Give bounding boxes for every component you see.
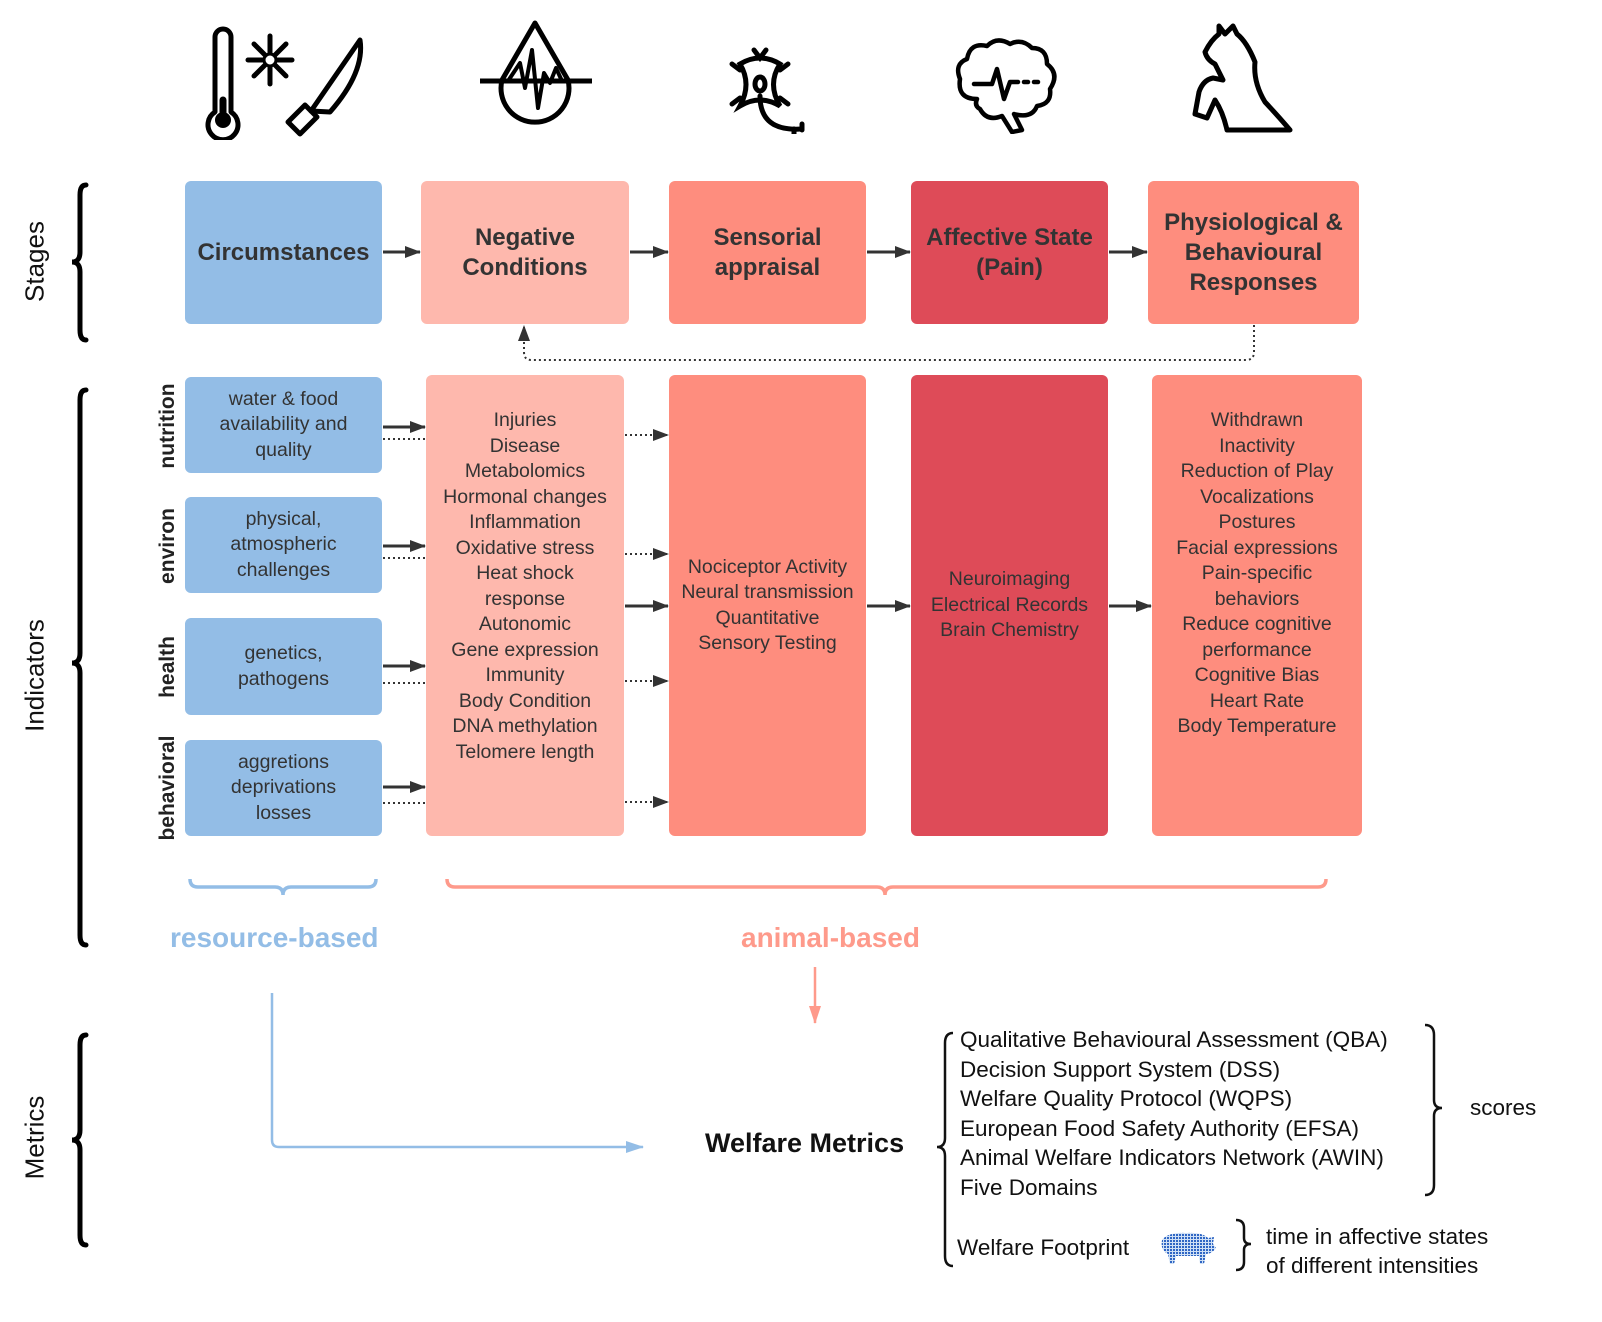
brace-stages (71, 182, 89, 343)
indicators-responses: Withdrawn Inactivity Reduction of Play V… (1152, 375, 1362, 836)
brace-scores (1424, 1023, 1443, 1197)
pig-icon (1161, 1232, 1216, 1264)
resource-arrows (383, 421, 426, 793)
stage-sensorial-appraisal: Sensorial appraisal (669, 181, 866, 324)
resource-text: genetics, pathogens (237, 642, 330, 690)
brace-footprint (1235, 1218, 1252, 1272)
stage-label: Affective State (Pain) (926, 223, 1093, 281)
neuron-icon (729, 47, 805, 134)
negative-to-sensorial-dotted (625, 429, 669, 808)
stage-label: Physiological & Behavioural Responses (1164, 208, 1343, 296)
welfare-footprint-label: Welfare Footprint (957, 1235, 1130, 1260)
score-method: European Food Safety Authority (EFSA) (960, 1115, 1359, 1141)
stage-affective-state: Affective State (Pain) (911, 181, 1108, 324)
brace-indicators (71, 387, 89, 948)
score-method: Five Domains (960, 1174, 1098, 1200)
resource-based-label: resource-based (170, 922, 379, 953)
section-label-indicators: Indicators (19, 619, 50, 732)
stage-negative-conditions: Negative Conditions (421, 181, 629, 324)
brace-metrics (71, 1032, 89, 1248)
stage-label: Sensorial appraisal (713, 223, 822, 281)
resource-text: aggretions deprivations losses (230, 750, 337, 824)
score-methods-list: Qualitative Behavioural Assessment (QBA)… (960, 1025, 1388, 1202)
score-method: Qualitative Behavioural Assessment (QBA) (960, 1027, 1388, 1052)
stage-label: Negative Conditions (462, 223, 588, 281)
resource-box-environ: physical, atmospheric challenges (185, 497, 382, 593)
indicator-list: Injuries Disease Metabolomics Hormonal c… (443, 409, 607, 763)
brace-animal-based (445, 878, 1328, 896)
resource-text: physical, atmospheric challenges (230, 507, 337, 581)
indicator-list: Nociceptor Activity Neural transmission … (681, 555, 854, 655)
stage-circumstances: Circumstances (185, 181, 382, 324)
resource-text: water & food availability and quality (219, 387, 348, 461)
resource-box-nutrition: water & food availability and quality (185, 377, 382, 473)
category-label-environ: environ (156, 508, 179, 584)
indicators-sensorial: Nociceptor Activity Neural transmission … (669, 375, 866, 836)
indicator-list: Neuroimaging Electrical Records Brain Ch… (930, 568, 1089, 642)
score-method: Animal Welfare Indicators Network (AWIN) (960, 1145, 1384, 1170)
brace-metrics-list (936, 1031, 954, 1268)
feedback-arrow (518, 325, 1255, 361)
animal-based-label: animal-based (741, 922, 920, 953)
category-label-behavioral: behavioral (156, 735, 179, 841)
resource-box-behavioral: aggretions deprivations losses (185, 740, 382, 836)
stage-label: Circumstances (197, 238, 370, 266)
resource-to-metrics-arrow (270, 993, 644, 1153)
resource-dotted-links (383, 438, 425, 804)
brain-pulse-icon (955, 38, 1057, 134)
category-label-nutrition: nutrition (156, 383, 179, 469)
brace-resource-based (188, 878, 378, 896)
welfare-metrics-title: Welfare Metrics (705, 1128, 905, 1158)
category-label-health: health (156, 636, 179, 698)
score-method: Welfare Quality Protocol (WQPS) (960, 1086, 1293, 1111)
footprint-description: time in affective states of different in… (1266, 1224, 1489, 1278)
section-label-metrics: Metrics (19, 1095, 50, 1180)
thermometer-snowflake-knife-icon (205, 26, 364, 140)
score-method: Decision Support System (DSS) (960, 1056, 1281, 1082)
rearing-horse-icon (1192, 23, 1293, 133)
indicators-negative-conditions: Injuries Disease Metabolomics Hormonal c… (426, 375, 624, 836)
stage-responses: Physiological & Behavioural Responses (1148, 181, 1359, 324)
section-label-stages: Stages (19, 221, 50, 302)
scores-label: scores (1470, 1095, 1537, 1120)
indicators-affective: Neuroimaging Electrical Records Brain Ch… (911, 375, 1108, 836)
blood-drop-pulse-icon (480, 20, 592, 125)
resource-box-health: genetics, pathogens (185, 618, 382, 715)
indicator-list: Withdrawn Inactivity Reduction of Play V… (1176, 409, 1338, 737)
